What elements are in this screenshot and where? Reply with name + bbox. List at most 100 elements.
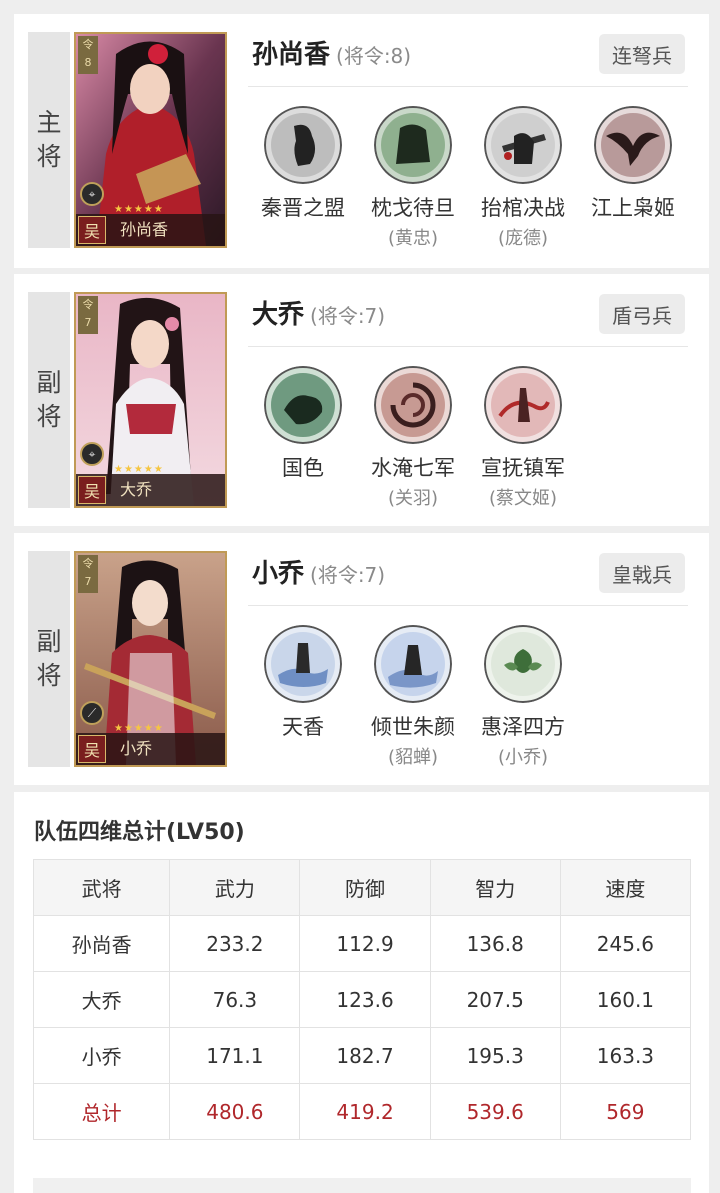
table-row: 小乔 171.1 182.7 195.3 163.3 [32,1027,692,1084]
phoenix-woman-icon [594,106,672,184]
card-name: 小乔 [120,739,153,758]
skill-name: 秦晋之盟 [261,196,345,220]
column-header: 智力 [429,859,561,916]
skill-item[interactable]: 惠泽四方 (小乔) [468,625,578,769]
skill-name: 惠泽四方 [481,715,565,739]
table-cell: 569 [559,1083,692,1140]
command-badge-icon: 令 [82,298,94,311]
silhouette-dance-icon [264,106,342,184]
table-cell: 195.3 [429,1027,561,1084]
table-cell: 孙尚香 [32,915,171,972]
table-cell: 245.6 [559,915,692,972]
command-value: (将令:7) [310,304,386,328]
skill-name: 宣抚镇军 [481,456,565,480]
skill-item[interactable]: 天香 [248,625,358,743]
general-portrait[interactable]: 令 8 ⌖ ★★★★★ 吴 孙尚香 [74,32,227,248]
column-header: 防御 [299,859,431,916]
skill-name: 国色 [282,456,324,480]
whirlpool-icon [374,366,452,444]
table-cell: 112.9 [299,915,431,972]
faction-badge: 吴 [78,735,106,763]
skill-item[interactable]: 抬棺决战 (庞德) [468,106,578,250]
general-portrait[interactable]: 令 7 ⌖ ★★★★★ 吴 大乔 [74,292,227,508]
command-badge: 令 7 [78,296,98,334]
general-card-vice-1[interactable]: 副 将 令 7 ⌖ ★★★★★ 吴 大乔 大乔 (将令:7) 盾弓兵 国色 水淹… [14,274,709,526]
command-badge: 令 7 [78,555,98,593]
card-name: 大乔 [120,480,153,499]
table-cell: 136.8 [429,915,561,972]
skill-name: 水淹七军 [371,456,455,480]
general-card-vice-2[interactable]: 副 将 令 7 ⟋ ★★★★★ 吴 小乔 小乔 (将令:7) 皇戟兵 天香 倾世… [14,533,709,785]
skill-source: (小乔) [497,747,549,768]
general-card-main[interactable]: 主 将 令 8 ⌖ ★★★★★ 吴 孙尚香 孙尚香 (将令:8) 连弩兵 秦晋之… [14,14,709,268]
skill-item[interactable]: 枕戈待旦 (黄忠) [358,106,468,250]
troop-type-button[interactable]: 连弩兵 [599,34,685,74]
skill-name: 天香 [282,715,324,739]
skill-source: (貂蝉) [387,747,439,768]
table-cell: 大乔 [32,971,171,1028]
skill-name: 抬棺决战 [481,196,565,220]
skill-item[interactable]: 宣抚镇军 (蔡文姬) [468,366,578,510]
table-header-row: 武将 武力 防御 智力 速度 [32,859,692,916]
team-stats-card: 队伍四维总计(LV50) 武将 武力 防御 智力 速度 孙尚香 233.2 11… [14,792,709,1193]
table-cell: 419.2 [299,1083,431,1140]
skill-item[interactable]: 秦晋之盟 [248,106,358,224]
dancer-ribbon-icon [484,366,562,444]
role-label: 副 将 [28,551,70,767]
skill-source: (庞德) [497,228,549,249]
card-name: 孙尚香 [120,220,169,239]
skill-source: (黄忠) [387,228,439,249]
troop-type-button[interactable]: 皇戟兵 [599,553,685,593]
total-row: 总计 480.6 419.2 539.6 569 [32,1083,692,1140]
table-cell: 123.6 [299,971,431,1028]
troop-type-button[interactable]: 盾弓兵 [599,294,685,334]
command-badge-icon: 令 [82,557,94,570]
general-name: 大乔 (将令:7) [252,300,386,330]
crossbow-icon: ⌖ [80,442,104,466]
general-name: 孙尚香 (将令:8) [252,40,412,70]
skill-name: 枕戈待旦 [371,196,455,220]
crossbow-icon: ⌖ [80,182,104,206]
table-cell: 160.1 [559,971,692,1028]
general-name: 小乔 (将令:7) [252,559,386,589]
halberd-icon: ⟋ [80,701,104,725]
command-badge-icon: 令 [82,38,94,51]
coffin-battle-icon [484,106,562,184]
skill-item[interactable]: 江上枭姬 [578,106,688,224]
skill-source: (关羽) [387,488,439,509]
stats-table: 武将 武力 防御 智力 速度 孙尚香 233.2 112.9 136.8 245… [32,859,692,1140]
heavenly-fragrance-icon [264,625,342,703]
command-value: (将令:8) [336,44,412,68]
column-header: 速度 [559,859,692,916]
faction-badge: 吴 [78,476,106,504]
table-cell: 总计 [32,1083,171,1140]
table-cell: 76.3 [169,971,301,1028]
divider [248,86,688,87]
divider [248,346,688,347]
general-portrait[interactable]: 令 7 ⟋ ★★★★★ 吴 小乔 [74,551,227,767]
skill-source: (蔡文姬) [488,488,558,509]
table-cell: 207.5 [429,971,561,1028]
skill-item[interactable]: 国色 [248,366,358,484]
table-cell: 171.1 [169,1027,301,1084]
table-cell: 233.2 [169,915,301,972]
table-cell: 163.3 [559,1027,692,1084]
skill-name: 倾世朱颜 [371,715,455,739]
table-cell: 539.6 [429,1083,561,1140]
command-badge: 令 8 [78,36,98,74]
table-cell: 小乔 [32,1027,171,1084]
role-label: 主 将 [28,32,70,248]
divider [248,605,688,606]
green-leaves-icon [484,625,562,703]
stats-title: 队伍四维总计(LV50) [34,820,245,845]
skill-name: 江上枭姬 [591,196,675,220]
skill-item[interactable]: 水淹七军 (关羽) [358,366,468,510]
table-row: 孙尚香 233.2 112.9 136.8 245.6 [32,915,692,972]
table-cell: 182.7 [299,1027,431,1084]
faction-badge: 吴 [78,216,106,244]
table-row: 大乔 76.3 123.6 207.5 160.1 [32,971,692,1028]
armored-warrior-icon [374,106,452,184]
column-header: 武力 [169,859,301,916]
next-section-placeholder [33,1178,691,1193]
skill-item[interactable]: 倾世朱颜 (貂蝉) [358,625,468,769]
